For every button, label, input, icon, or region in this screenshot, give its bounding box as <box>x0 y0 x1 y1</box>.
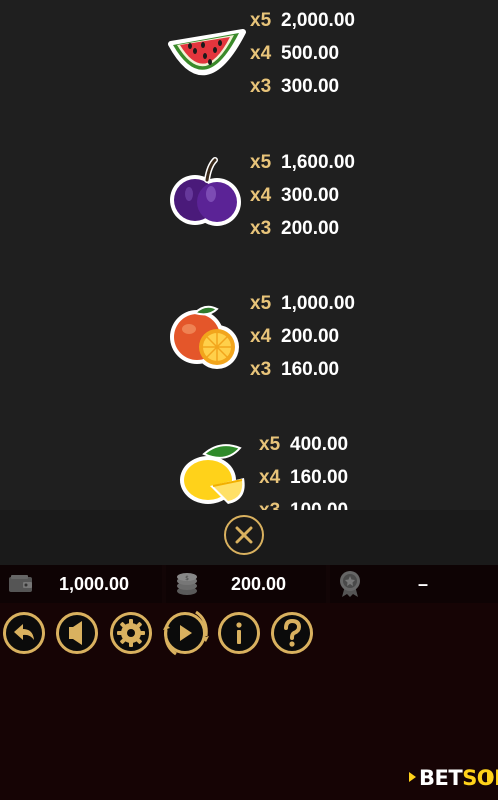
back-button[interactable] <box>3 612 45 654</box>
payout-list: x5 1,600.00 x4 300.00 x3 200.00 <box>250 146 355 245</box>
multiplier-label: x5 <box>259 434 281 455</box>
payout-line: x5 1,000.00 <box>250 287 355 320</box>
lemon-icon <box>180 444 245 504</box>
payout-line: x3 160.00 <box>250 353 355 386</box>
bet-value: 200.00 <box>231 574 287 594</box>
payout-line: x4 300.00 <box>250 179 355 212</box>
close-icon <box>235 526 253 544</box>
paytable-row-plum: x5 1,600.00 x4 300.00 x3 200.00 <box>0 142 498 252</box>
multiplier-label: x5 <box>250 293 272 314</box>
betsoft-logo: BETSOFT <box>405 764 498 792</box>
multiplier-label: x3 <box>250 76 272 97</box>
payout-line: x3 300.00 <box>250 70 355 103</box>
payout-amount: 200.00 <box>281 326 340 347</box>
paytable-panel[interactable]: x5 2,000.00 x4 500.00 x3 300.00 x5 1,600.00 … <box>0 0 498 510</box>
watermelon-icon <box>168 29 246 76</box>
status-bar: 1,000.00 $ 200.00 – <box>0 565 498 603</box>
settings-gear-icon <box>117 619 145 647</box>
back-arrow-icon <box>14 624 34 640</box>
payout-amount: 160.00 <box>281 359 340 380</box>
multiplier-label: x3 <box>250 218 272 239</box>
payout-line: x3100.00 <box>259 494 348 510</box>
orange-icon <box>170 305 239 369</box>
payout-line: x5 400.00 <box>259 428 348 461</box>
payout-list: x5 400.00 x4 160.00 x3100.00 <box>259 428 348 510</box>
logo-bet: BET <box>419 766 463 790</box>
logo-left-arrow <box>409 772 416 782</box>
coins-icon: $ <box>177 573 197 595</box>
multiplier-label: x4 <box>250 185 272 206</box>
multiplier-label: x3 <box>259 494 290 510</box>
info-icon <box>236 622 242 644</box>
payout-amount: 1,600.00 <box>281 152 355 173</box>
payout-amount: 200.00 <box>281 218 340 239</box>
payout-amount: 160.00 <box>290 467 349 488</box>
sound-button[interactable] <box>56 612 98 654</box>
payout-line: x3 200.00 <box>250 212 355 245</box>
payout-list: x5 2,000.00 x4 500.00 x3 300.00 <box>250 4 355 103</box>
payout-amount: 1,000.00 <box>281 293 355 314</box>
paytable-row-orange: x5 1,000.00 x4 200.00 x3 160.00 <box>0 283 498 393</box>
payout-amount: 300.00 <box>281 185 340 206</box>
info-button[interactable] <box>218 612 260 654</box>
payout-amount: 500.00 <box>281 43 340 64</box>
sound-icon <box>69 621 82 645</box>
payout-line: x4 200.00 <box>250 320 355 353</box>
logo-right-arrow <box>487 772 494 782</box>
payout-line: x5 2,000.00 <box>250 4 355 37</box>
help-icon <box>284 618 302 647</box>
payout-amount: 400.00 <box>290 434 349 455</box>
balance-value: 1,000.00 <box>59 574 130 594</box>
payout-amount: 2,000.00 <box>281 10 355 31</box>
svg-text:$: $ <box>185 575 189 582</box>
autoplay-arrows-icon <box>163 610 209 656</box>
award-icon <box>340 571 360 597</box>
payout-amount: 100.00 <box>290 500 348 510</box>
multiplier-label: x3 <box>250 359 272 380</box>
win-value: – <box>418 574 429 594</box>
paytable-row-lemon: x5 400.00 x4 160.00 x3100.00 <box>0 424 498 510</box>
help-button[interactable] <box>271 612 313 654</box>
multiplier-label: x4 <box>250 326 272 347</box>
payout-line: x4 160.00 <box>259 461 348 494</box>
paytable-row-watermelon: x5 2,000.00 x4 500.00 x3 300.00 <box>0 0 498 110</box>
multiplier-label: x4 <box>259 467 281 488</box>
multiplier-label: x4 <box>250 43 272 64</box>
wallet-icon <box>9 575 32 592</box>
settings-button[interactable] <box>110 612 152 654</box>
payout-amount: 300.00 <box>281 76 340 97</box>
payout-line: x5 1,600.00 <box>250 146 355 179</box>
plum-icon <box>170 157 241 226</box>
multiplier-label: x5 <box>250 10 272 31</box>
close-button[interactable] <box>224 515 264 555</box>
payout-line: x4 500.00 <box>250 37 355 70</box>
payout-list: x5 1,000.00 x4 200.00 x3 160.00 <box>250 287 355 386</box>
multiplier-label: x5 <box>250 152 272 173</box>
